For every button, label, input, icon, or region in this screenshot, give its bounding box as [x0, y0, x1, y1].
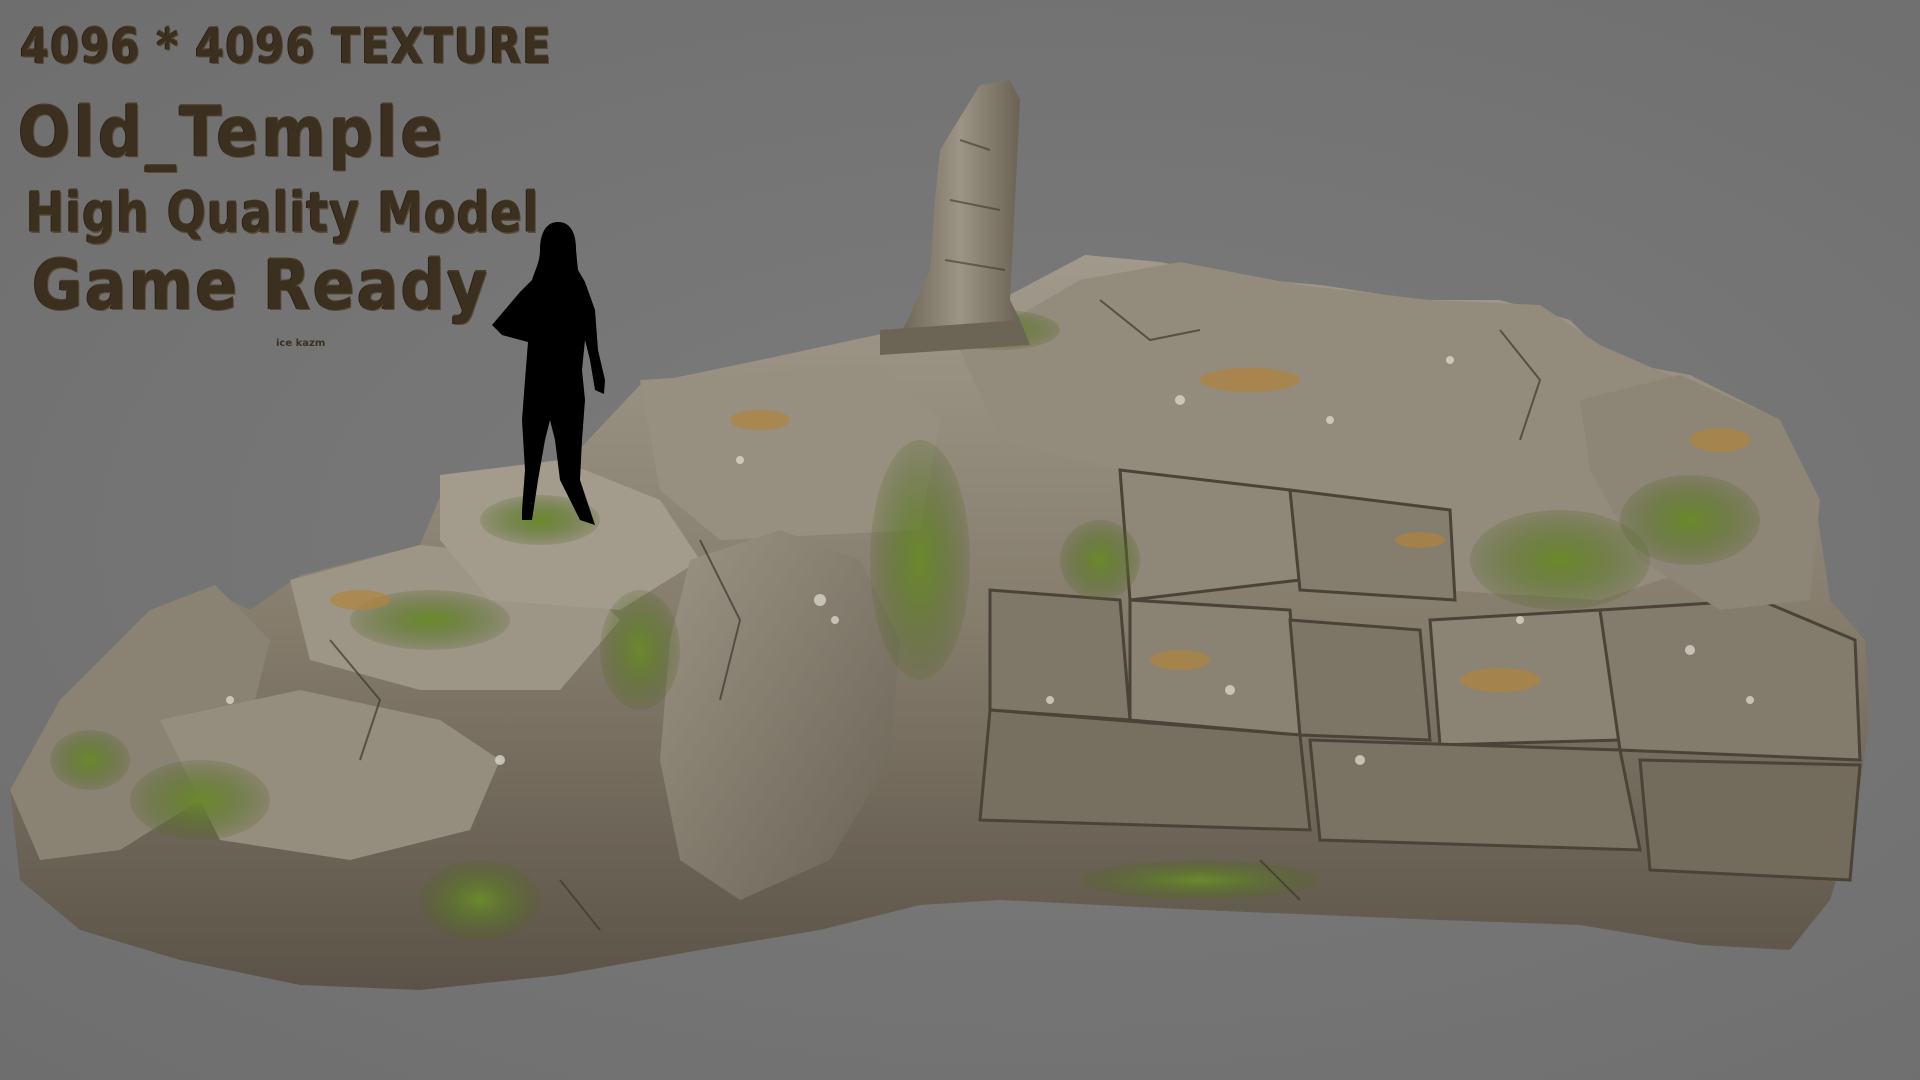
game-ready-label: Game Ready: [32, 245, 490, 326]
texture-resolution-label: 4096 * 4096 TEXTURE: [20, 18, 553, 75]
model-title: Old_Temple: [18, 92, 446, 173]
stone-pillar: [900, 80, 1020, 340]
promo-text-block: 4096 * 4096 TEXTURE Old_Temple High Qual…: [0, 0, 551, 360]
quality-label: High Quality Model: [26, 180, 540, 245]
render-viewport: 4096 * 4096 TEXTURE Old_Temple High Qual…: [0, 0, 1920, 1080]
author-credit: ice kazm: [276, 338, 326, 349]
